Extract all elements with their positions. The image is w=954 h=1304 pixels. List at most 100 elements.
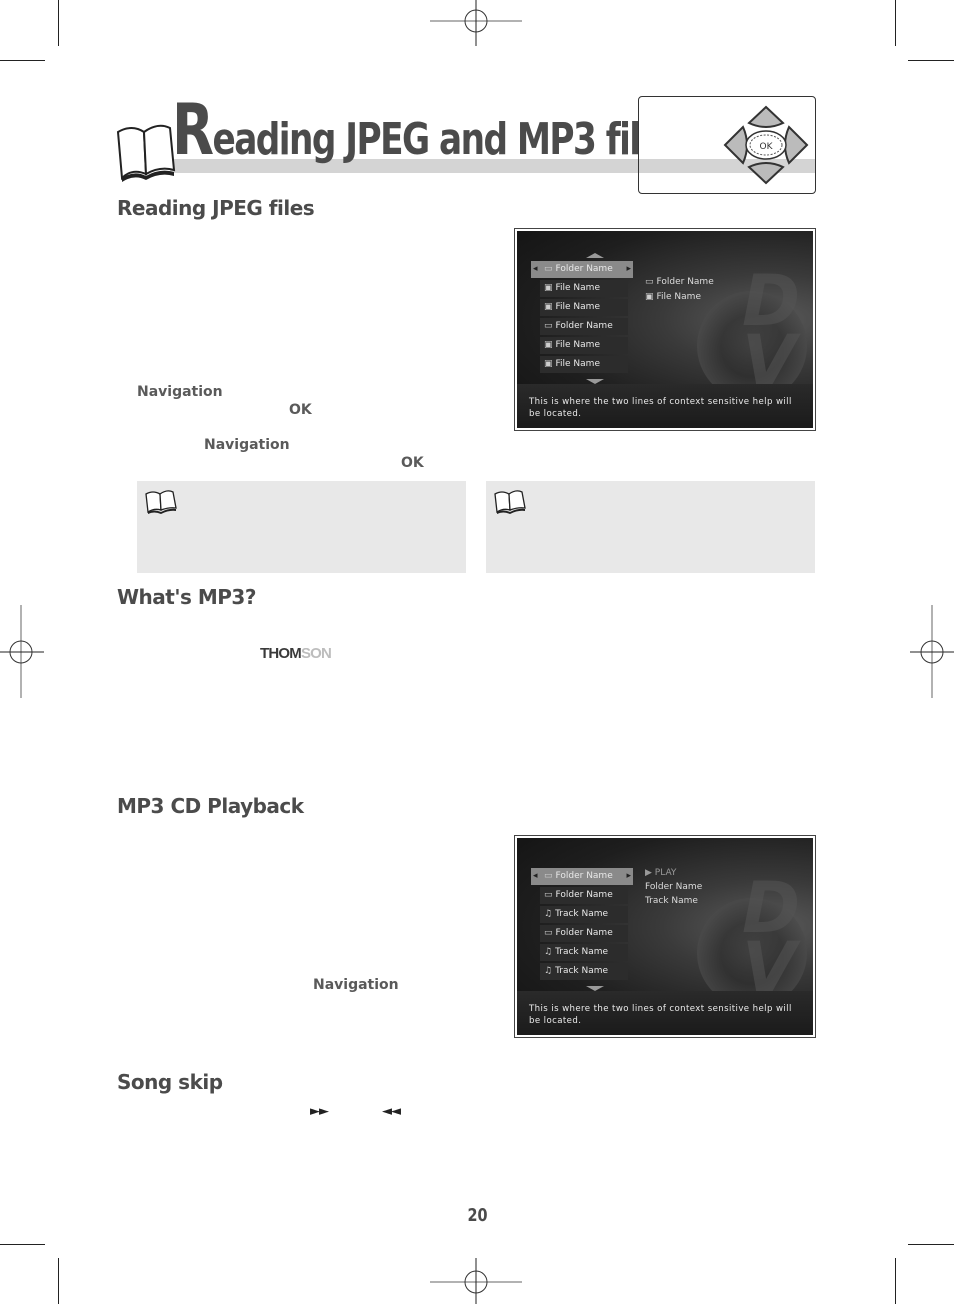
page-number: 20 <box>467 1205 488 1226</box>
menu-item[interactable]: ▭Folder Name <box>540 925 628 942</box>
play-label: PLAY <box>654 868 677 878</box>
help-band: This is where the two lines of context s… <box>517 384 813 428</box>
brand-part-dark: THOM <box>260 645 302 662</box>
crop-mark <box>908 1244 954 1245</box>
note-book-icon <box>494 490 526 514</box>
camera-icon: ▣ <box>544 302 553 312</box>
remote-navigation-box: OK <box>638 96 816 194</box>
jpeg-info-panel: ▭ Folder Name ▣ File Name <box>645 275 714 305</box>
camera-icon: ▣ <box>544 283 553 293</box>
context-help-text: This is where the two lines of context s… <box>529 397 792 419</box>
mp3-track-list: ▭Folder Name▭Folder Name♫Track Name▭Fold… <box>531 868 633 991</box>
note-book-icon <box>145 490 177 514</box>
menu-item[interactable]: ♫ Track Name <box>540 963 628 980</box>
menu-item[interactable]: ▣ File Name <box>540 280 628 297</box>
menu-item-label: Track Name <box>555 947 609 957</box>
ok-label: OK <box>760 142 774 152</box>
play-icon: ▶ <box>645 868 652 878</box>
help-band: This is where the two lines of context s… <box>517 991 813 1035</box>
context-help-text: This is where the two lines of context s… <box>529 1004 792 1026</box>
music-note-icon: ♫ <box>544 966 553 976</box>
play-status: ▶ PLAY <box>645 866 702 880</box>
keyword-navigation: Navigation <box>313 977 399 993</box>
menu-item[interactable]: ♫ Track Name <box>540 944 628 961</box>
menu-item-label: File Name <box>555 283 600 293</box>
folder-icon: ▭ <box>544 928 553 938</box>
crop-mark <box>0 60 45 61</box>
crop-mark <box>908 60 954 61</box>
jpeg-file-list: ▭Folder Name▣File Name▣File Name▭Folder … <box>531 253 633 384</box>
page-title: Reading JPEG and MP3 files <box>172 95 682 165</box>
nav-down-icon <box>747 162 785 185</box>
open-book-icon <box>116 124 176 182</box>
keyword-ok: OK <box>401 455 424 471</box>
next-track-icon: ►► <box>310 1104 329 1119</box>
crop-mark <box>58 0 59 46</box>
menu-item-label: Folder Name <box>555 321 613 331</box>
heading-reading-jpeg: Reading JPEG files <box>117 196 315 220</box>
title-initial: R <box>172 89 214 171</box>
current-track: Track Name <box>645 896 698 906</box>
menu-item-label: Track Name <box>555 909 609 919</box>
menu-item[interactable]: ♫ Track Name <box>540 906 628 923</box>
nav-right-icon <box>784 125 809 165</box>
crop-mark <box>58 1258 59 1304</box>
camera-icon: ▣ <box>544 359 553 369</box>
menu-item[interactable]: ▣ File Name <box>540 356 628 373</box>
info-label: File Name <box>656 292 701 302</box>
menu-item[interactable]: ▭Folder Name <box>540 887 628 904</box>
registration-mark-top <box>430 0 522 46</box>
info-entry: ▭ Folder Name <box>645 275 714 290</box>
scroll-up-icon[interactable] <box>586 253 604 258</box>
menu-item-label: Track Name <box>555 966 609 976</box>
menu-item-label: File Name <box>555 302 600 312</box>
keyword-navigation: Navigation <box>204 437 290 453</box>
folder-icon: ▭ <box>544 321 553 331</box>
info-entry: ▣ File Name <box>645 290 714 305</box>
menu-item-label: File Name <box>555 359 600 369</box>
music-note-icon: ♫ <box>544 909 553 919</box>
folder-icon: ▭ <box>645 277 654 287</box>
menu-item[interactable]: ▭Folder Name <box>540 318 628 335</box>
camera-icon: ▣ <box>645 292 654 302</box>
keyword-ok: OK <box>289 402 312 418</box>
brand-part-light: SON <box>300 645 332 662</box>
nav-up-icon <box>747 105 785 128</box>
menu-item-label: Folder Name <box>555 928 613 938</box>
registration-mark-bottom <box>430 1258 522 1304</box>
menu-item[interactable]: ▭Folder Name <box>531 261 633 278</box>
mp3-browser-screen: DV ▭Folder Name▭Folder Name♫Track Name▭F… <box>514 835 816 1038</box>
current-folder: Folder Name <box>645 882 703 892</box>
note-box <box>137 481 466 573</box>
info-label: Folder Name <box>656 277 714 287</box>
heading-mp3-cd-playback: MP3 CD Playback <box>117 794 304 818</box>
background-dvd-logo: DV <box>742 867 801 1009</box>
registration-mark-right <box>910 605 954 698</box>
registration-mark-left <box>0 605 44 698</box>
music-note-icon: ♫ <box>544 947 553 957</box>
menu-item-label: Folder Name <box>555 890 613 900</box>
folder-icon: ▭ <box>544 871 553 881</box>
folder-icon: ▭ <box>544 264 553 274</box>
crop-mark <box>895 0 896 46</box>
menu-item-label: Folder Name <box>555 264 613 274</box>
menu-item[interactable]: ▣ File Name <box>540 337 628 354</box>
title-rest: eading JPEG and MP3 files <box>212 114 681 165</box>
menu-item-label: File Name <box>555 340 600 350</box>
menu-item[interactable]: ▭Folder Name <box>531 868 633 885</box>
keyword-navigation: Navigation <box>137 384 223 400</box>
thomson-brand-logo: THOMSON <box>260 645 332 662</box>
heading-song-skip: Song skip <box>117 1070 223 1094</box>
jpeg-browser-screen: DV ▭Folder Name▣File Name▣File Name▭Fold… <box>514 228 816 431</box>
folder-icon: ▭ <box>544 890 553 900</box>
heading-whats-mp3: What's MP3? <box>117 585 256 609</box>
camera-icon: ▣ <box>544 340 553 350</box>
background-dvd-logo: DV <box>742 260 801 402</box>
mp3-info-panel: ▶ PLAY Folder Name Track Name <box>645 866 702 908</box>
menu-item-label: Folder Name <box>555 871 613 881</box>
menu-item[interactable]: ▣ File Name <box>540 299 628 316</box>
nav-left-icon <box>723 125 748 165</box>
navigation-pad-icon: OK <box>723 105 809 185</box>
note-box <box>486 481 815 573</box>
previous-track-icon: ◄◄ <box>382 1104 401 1119</box>
